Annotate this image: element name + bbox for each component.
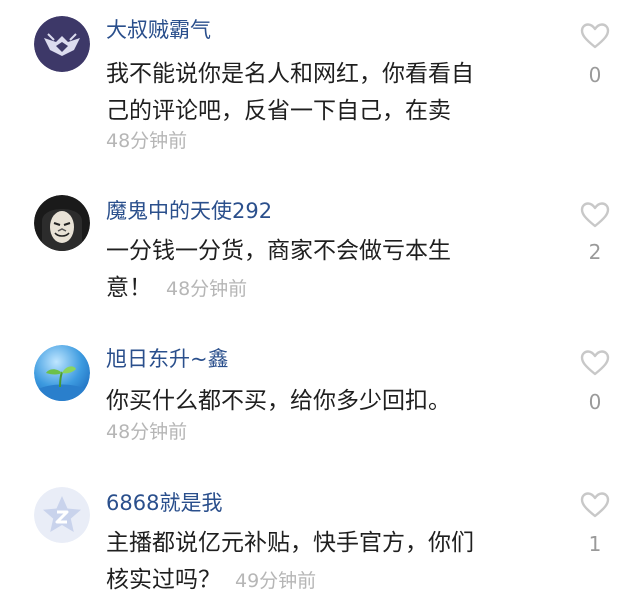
like-count: 1 [588,532,602,556]
like-count: 0 [588,390,602,414]
user-avatar[interactable] [34,16,90,72]
comment-text-line: 意！ 48分钟前 [106,270,546,308]
comment-text: 一分钱一分货，商家不会做亏本生 意！ 48分钟前 [106,233,546,308]
user-avatar[interactable] [34,195,90,251]
comment-time: 48分钟前 [106,130,188,152]
comment-text-line-end: 意！ [106,275,152,301]
comment-text-line: 你买什么都不买，给你多少回扣。 [106,388,451,414]
dark-purple-emblem-icon [34,16,90,72]
user-avatar[interactable] [34,345,90,401]
default-star-avatar-icon [34,487,90,543]
comment-item: 大叔贼霸气 我不能说你是名人和网红，你看看自 己的评论吧，反省一下自己，在卖 4… [0,14,640,164]
comment-text-line: 主播都说亿元补贴，快手官方，你们 [106,530,474,556]
username[interactable]: 旭日东升~鑫 [106,345,229,373]
masked-face-icon [34,195,90,251]
like-heart-icon[interactable] [580,491,610,519]
comment-item: 6868就是我 主播都说亿元补贴，快手官方，你们 核实过吗？ 49分钟前 1 [0,487,640,596]
comment-text-line-end: 核实过吗？ [106,567,221,593]
like-count: 0 [588,63,602,87]
like-heart-icon[interactable] [580,22,610,50]
comment-text-line: 己的评论吧，反省一下自己，在卖 [106,98,451,124]
comment-text-line: 我不能说你是名人和网红，你看看自 [106,61,474,87]
comment-time: 48分钟前 [166,278,248,300]
like-count: 2 [588,240,602,264]
username[interactable]: 魔鬼中的天使292 [106,197,272,225]
sprout-on-blue-icon [34,345,90,401]
comment-item: 魔鬼中的天使292 一分钱一分货，商家不会做亏本生 意！ 48分钟前 2 [0,195,640,335]
username[interactable]: 大叔贼霸气 [106,16,211,44]
comment-text-line: 一分钱一分货，商家不会做亏本生 [106,238,451,264]
comment-text-line: 核实过吗？ 49分钟前 [106,562,546,596]
like-heart-icon[interactable] [580,349,610,377]
username[interactable]: 6868就是我 [106,489,222,517]
comment-time: 49分钟前 [235,570,317,592]
user-avatar[interactable] [34,487,90,543]
comment-item: 旭日东升~鑫 你买什么都不买，给你多少回扣。 48分钟前 0 [0,343,640,453]
comment-time: 48分钟前 [106,421,188,443]
like-heart-icon[interactable] [580,201,610,229]
comment-text: 我不能说你是名人和网红，你看看自 己的评论吧，反省一下自己，在卖 [106,56,546,130]
comment-text: 你买什么都不买，给你多少回扣。 [106,383,546,420]
comment-text: 主播都说亿元补贴，快手官方，你们 核实过吗？ 49分钟前 [106,525,546,596]
